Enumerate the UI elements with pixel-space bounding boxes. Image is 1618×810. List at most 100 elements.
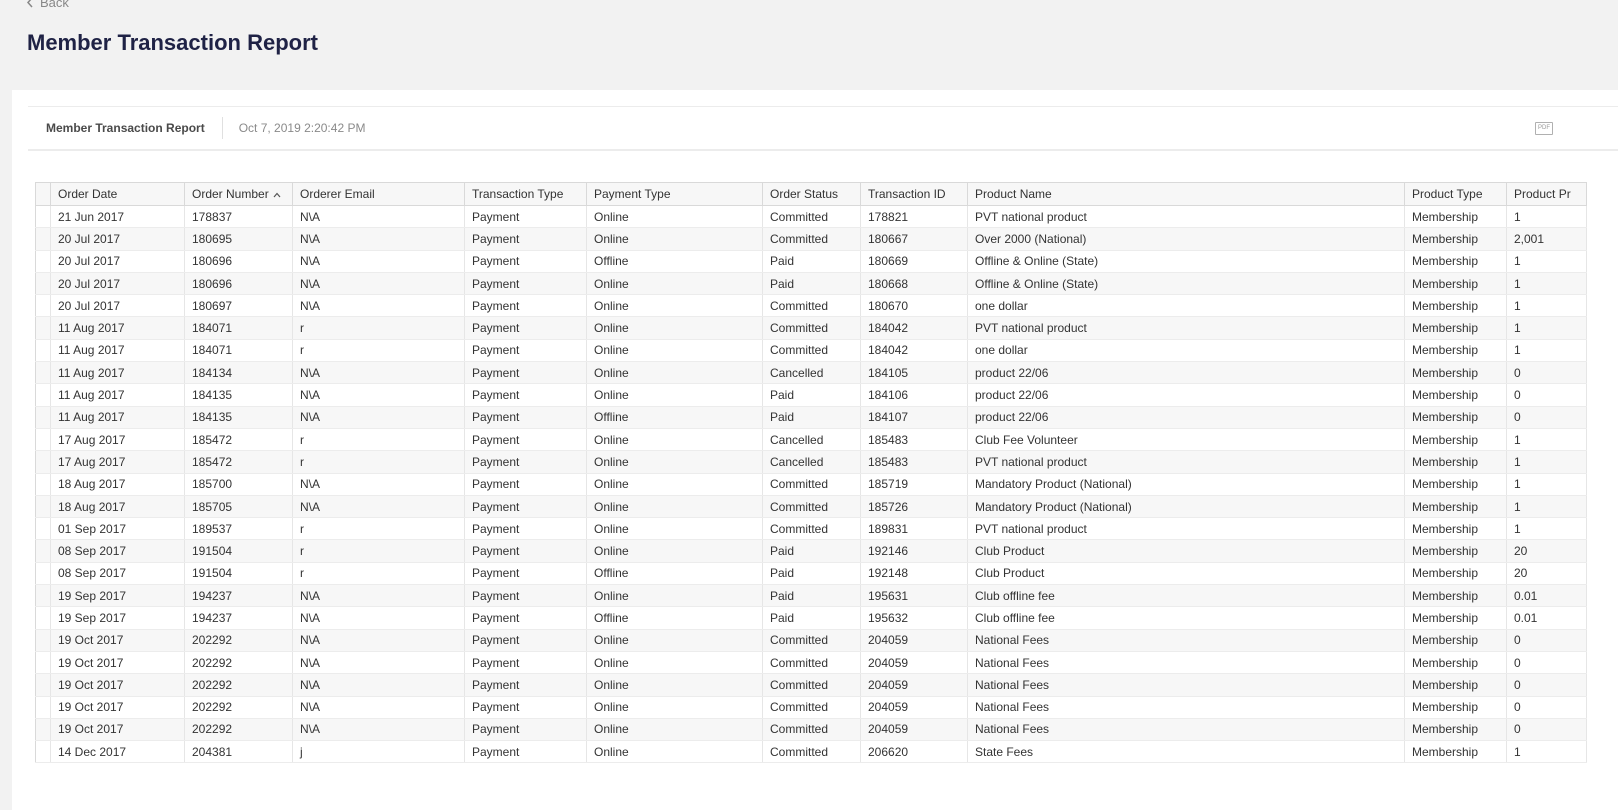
table-row[interactable]: 11 Aug 2017 184135 N\A Payment Online Paid 184…	[35, 383, 1587, 407]
cell-product-pr: 1	[1506, 473, 1587, 496]
row-selector[interactable]	[35, 495, 51, 519]
column-header-label: Product Name	[975, 187, 1052, 201]
table-row[interactable]: 20 Jul 2017 180696 N\A Payment Online Paid 180…	[35, 272, 1587, 296]
table-row[interactable]: 19 Oct 2017 202292 N\A Payment Online Committ…	[35, 673, 1587, 697]
column-header-order-number[interactable]: Order Number	[184, 182, 293, 206]
row-selector[interactable]	[35, 383, 51, 407]
table-row[interactable]: 11 Aug 2017 184135 N\A Payment Offline Paid 18…	[35, 406, 1587, 429]
cell-orderer-email: r	[292, 316, 465, 340]
cell-order-status: Committed	[762, 629, 861, 652]
table-row[interactable]: 21 Jun 2017 178837 N\A Payment Online Committ…	[35, 205, 1587, 229]
column-header-payment-type[interactable]: Payment Type	[586, 182, 763, 206]
cell-transaction-type: Payment	[464, 651, 587, 675]
row-selector[interactable]	[35, 740, 51, 764]
column-header-transaction-id[interactable]: Transaction ID	[860, 182, 968, 206]
table-row[interactable]: 08 Sep 2017 191504 r Payment Offline Paid 1921…	[35, 562, 1587, 586]
table-row[interactable]: 19 Sep 2017 194237 N\A Payment Online Paid 195…	[35, 584, 1587, 608]
cell-transaction-id: 184106	[860, 383, 968, 407]
cell-product-type: Membership	[1404, 606, 1507, 630]
cell-payment-type: Online	[586, 539, 763, 563]
table-row[interactable]: 19 Sep 2017 194237 N\A Payment Offline Paid 19…	[35, 606, 1587, 630]
cell-orderer-email: r	[292, 562, 465, 586]
row-selector[interactable]	[35, 361, 51, 385]
row-selector[interactable]	[35, 562, 51, 586]
row-selector[interactable]	[35, 651, 51, 675]
column-header-order-date[interactable]: Order Date	[50, 182, 185, 206]
cell-order-date: 19 Oct 2017	[50, 718, 185, 742]
table-row[interactable]: 18 Aug 2017 185700 N\A Payment Online Committ…	[35, 473, 1587, 496]
cell-orderer-email: N\A	[292, 495, 465, 519]
row-selector[interactable]	[35, 718, 51, 742]
cell-product-type: Membership	[1404, 205, 1507, 229]
column-header-orderer-email[interactable]: Orderer Email	[292, 182, 465, 206]
row-selector[interactable]	[35, 227, 51, 251]
cell-transaction-id: 178821	[860, 205, 968, 229]
table-row[interactable]: 19 Oct 2017 202292 N\A Payment Online Committ…	[35, 651, 1587, 675]
cell-product-type: Membership	[1404, 740, 1507, 764]
table-row[interactable]: 18 Aug 2017 185705 N\A Payment Online Committ…	[35, 495, 1587, 519]
table-row[interactable]: 11 Aug 2017 184071 r Payment Online Committed…	[35, 316, 1587, 340]
report-table-wrapper: Order Date Order Number Orderer Email Trans…	[35, 182, 1618, 764]
table-row[interactable]: 17 Aug 2017 185472 r Payment Online Cancelled…	[35, 450, 1587, 474]
cell-product-name: one dollar	[967, 339, 1405, 363]
row-selector[interactable]	[35, 606, 51, 630]
column-header-product-pr[interactable]: Product Pr	[1506, 182, 1587, 206]
column-header-transaction-type[interactable]: Transaction Type	[464, 182, 587, 206]
table-row[interactable]: 08 Sep 2017 191504 r Payment Online Paid 19214…	[35, 539, 1587, 563]
cell-product-pr: 1	[1506, 517, 1587, 541]
table-row[interactable]: 19 Oct 2017 202292 N\A Payment Online Committ…	[35, 718, 1587, 742]
row-selector[interactable]	[35, 673, 51, 697]
cell-transaction-type: Payment	[464, 740, 587, 764]
report-table: Order Date Order Number Orderer Email Trans…	[35, 182, 1587, 764]
table-row[interactable]: 17 Aug 2017 185472 r Payment Online Cancelled…	[35, 428, 1587, 452]
column-header-product-name[interactable]: Product Name	[967, 182, 1405, 206]
cell-transaction-type: Payment	[464, 250, 587, 273]
row-selector[interactable]	[35, 450, 51, 474]
table-row[interactable]: 11 Aug 2017 184071 r Payment Online Committed…	[35, 339, 1587, 363]
cell-payment-type: Online	[586, 629, 763, 652]
cell-order-date: 20 Jul 2017	[50, 227, 185, 251]
row-selector[interactable]	[35, 339, 51, 363]
cell-payment-type: Online	[586, 383, 763, 407]
cell-transaction-id: 192148	[860, 562, 968, 586]
column-header-order-status[interactable]: Order Status	[762, 182, 861, 206]
row-selector[interactable]	[35, 539, 51, 563]
cell-payment-type: Offline	[586, 606, 763, 630]
row-selector[interactable]	[35, 272, 51, 296]
row-selector[interactable]	[35, 205, 51, 229]
table-row[interactable]: 20 Jul 2017 180697 N\A Payment Online Committ…	[35, 294, 1587, 318]
cell-transaction-id: 180668	[860, 272, 968, 296]
cell-order-status: Cancelled	[762, 450, 861, 474]
row-selector[interactable]	[35, 696, 51, 719]
row-selector[interactable]	[35, 629, 51, 652]
cell-payment-type: Online	[586, 227, 763, 251]
cell-product-pr: 1	[1506, 250, 1587, 273]
table-row[interactable]: 19 Oct 2017 202292 N\A Payment Online Committ…	[35, 696, 1587, 719]
row-selector[interactable]	[35, 428, 51, 452]
table-row[interactable]: 14 Dec 2017 204381 j Payment Online Committed…	[35, 740, 1587, 764]
cell-payment-type: Offline	[586, 406, 763, 429]
table-row[interactable]: 11 Aug 2017 184134 N\A Payment Online Cancell…	[35, 361, 1587, 385]
row-selector[interactable]	[35, 316, 51, 340]
back-link[interactable]: Back	[26, 0, 69, 10]
table-row[interactable]: 20 Jul 2017 180696 N\A Payment Offline Paid 18…	[35, 250, 1587, 273]
cell-product-type: Membership	[1404, 294, 1507, 318]
row-selector[interactable]	[35, 250, 51, 273]
row-selector[interactable]	[35, 294, 51, 318]
cell-order-date: 14 Dec 2017	[50, 740, 185, 764]
cell-order-date: 18 Aug 2017	[50, 473, 185, 496]
row-selector[interactable]	[35, 406, 51, 429]
row-selector[interactable]	[35, 584, 51, 608]
table-row[interactable]: 19 Oct 2017 202292 N\A Payment Online Committ…	[35, 629, 1587, 652]
table-row[interactable]: 20 Jul 2017 180695 N\A Payment Online Committ…	[35, 227, 1587, 251]
table-row[interactable]: 01 Sep 2017 189537 r Payment Online Committed…	[35, 517, 1587, 541]
row-selector[interactable]	[35, 473, 51, 496]
row-selector-header[interactable]	[35, 182, 51, 206]
row-selector[interactable]	[35, 517, 51, 541]
pdf-export-icon[interactable]: PDF	[1535, 122, 1553, 135]
cell-transaction-type: Payment	[464, 383, 587, 407]
cell-order-date: 11 Aug 2017	[50, 406, 185, 429]
cell-product-type: Membership	[1404, 473, 1507, 496]
column-header-product-type[interactable]: Product Type	[1404, 182, 1507, 206]
report-name: Member Transaction Report	[28, 117, 223, 139]
